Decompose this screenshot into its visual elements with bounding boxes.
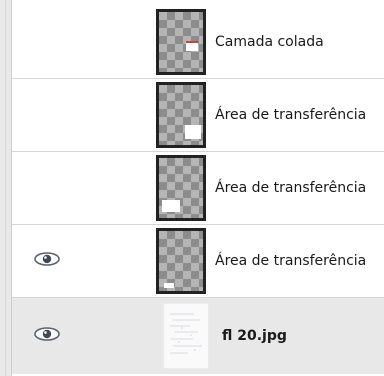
- transparency-checkerboard: [159, 12, 203, 72]
- eye-icon[interactable]: [32, 249, 62, 269]
- transparency-checkerboard: [159, 231, 203, 291]
- layer-thumbnail-document[interactable]: [163, 303, 209, 369]
- pasted-content-thumbnail: [186, 41, 198, 51]
- layer-thumbnail[interactable]: [156, 155, 206, 221]
- layer-thumbnail[interactable]: [156, 82, 206, 148]
- layer-name-label: fl 20.jpg: [222, 328, 287, 344]
- layer-row-area-transferencia-3[interactable]: Área de transferência: [12, 225, 384, 298]
- eye-icon[interactable]: [32, 324, 62, 344]
- clipboard-content-thumbnail: [164, 283, 174, 288]
- layers-list: Camada colada Área de transferência Área…: [12, 6, 384, 374]
- layer-name-label: Camada colada: [215, 34, 324, 50]
- layer-row-fl20[interactable]: fl 20.jpg: [12, 298, 384, 374]
- layer-row-camada-colada[interactable]: Camada colada: [12, 6, 384, 79]
- layer-row-area-transferencia-1[interactable]: Área de transferência: [12, 79, 384, 152]
- layer-thumbnail[interactable]: [156, 228, 206, 294]
- clipboard-content-thumbnail: [162, 200, 180, 212]
- layer-thumbnail[interactable]: [156, 9, 206, 75]
- panel-left-border: [0, 0, 12, 376]
- transparency-checkerboard: [159, 85, 203, 145]
- layer-name-label: Área de transferência: [215, 180, 367, 196]
- layer-row-area-transferencia-2[interactable]: Área de transferência: [12, 152, 384, 225]
- transparency-checkerboard: [159, 158, 203, 218]
- layer-name-label: Área de transferência: [215, 253, 367, 269]
- document-scan-icon: [170, 313, 202, 354]
- clipboard-content-thumbnail: [185, 125, 201, 139]
- layer-name-label: Área de transferência: [215, 107, 367, 123]
